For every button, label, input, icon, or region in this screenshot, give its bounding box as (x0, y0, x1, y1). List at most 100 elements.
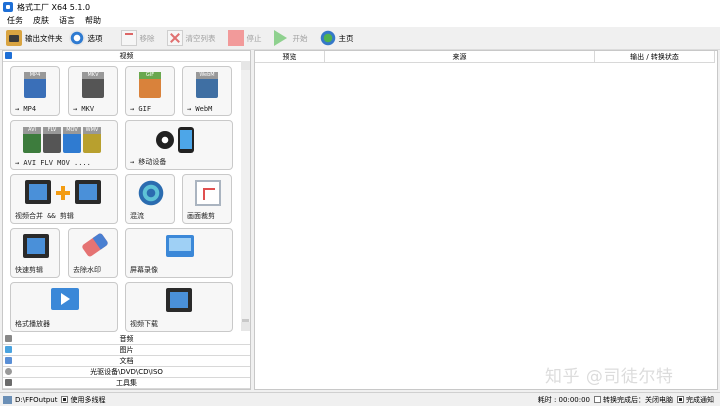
category-panel: 视频 MP4 → MP4 MKV → MKV GIF → GIF WebM → … (2, 50, 251, 390)
tile-multi-format-label: → AVI FLV MOV .... (15, 159, 91, 167)
scroll-up-icon[interactable] (241, 61, 250, 70)
mp4-format-icon: MP4 (24, 72, 46, 98)
disc-category-header[interactable]: 光驱设备\DVD\CD\ISO (3, 367, 250, 378)
tile-screen-record-label: 屏幕录像 (130, 266, 158, 274)
eraser-icon (81, 232, 109, 258)
document-icon (5, 357, 12, 364)
tile-quick-cut[interactable]: 快速剪辑 (10, 228, 60, 278)
watermark-text: 知乎 @司徒尔特 (545, 367, 674, 387)
mov-badge: MOV (63, 127, 81, 134)
column-output-status[interactable]: 输出 / 转换状态 (595, 51, 715, 63)
remove-button[interactable]: 移除 (120, 28, 155, 48)
task-list: 预览 来源 输出 / 转换状态 (254, 50, 718, 390)
start-button[interactable]: 开始 (273, 28, 308, 48)
mkv-badge: MKV (82, 72, 104, 79)
menu-skin[interactable]: 皮肤 (33, 15, 49, 26)
home-label: 主页 (338, 33, 354, 43)
toolkit-category-header[interactable]: 工具集 (3, 378, 250, 389)
tile-video-download-label: 视频下载 (130, 320, 158, 328)
mov-format-icon: MOV (63, 127, 81, 153)
toolbar: 输出文件夹 选项 移除 清空列表 停止 开始 主页 (0, 27, 720, 50)
column-preview[interactable]: 预览 (255, 51, 325, 63)
flv-format-icon: FLV (43, 127, 61, 153)
stop-label: 停止 (246, 33, 262, 43)
multithread-checkbox[interactable] (61, 396, 69, 403)
image-category-header[interactable]: 图片 (3, 345, 250, 356)
player-icon (51, 288, 79, 310)
tile-scrollbar[interactable] (241, 61, 250, 331)
notify-checkbox[interactable] (677, 396, 684, 403)
tile-mix-stream[interactable]: 混流 (125, 174, 175, 224)
disc-icon (5, 368, 12, 375)
menu-help[interactable]: 帮助 (85, 15, 101, 26)
crop-icon (195, 180, 221, 206)
avi-badge: AVI (23, 127, 41, 134)
column-source[interactable]: 来源 (325, 51, 595, 63)
tile-format-player-label: 格式播放器 (15, 320, 50, 328)
tile-mobile-device[interactable]: → 移动设备 (125, 120, 233, 170)
mix-stream-icon (138, 180, 164, 206)
toolkit-icon (5, 379, 12, 386)
start-icon (273, 30, 287, 46)
audio-category-header[interactable]: 音频 (3, 334, 250, 345)
tile-mobile-device-label: → 移动设备 (130, 158, 167, 166)
image-category-label: 图片 (119, 346, 134, 354)
tile-gif[interactable]: GIF → GIF (125, 66, 175, 116)
status-bar: D:\FFOutput 使用多线程 耗时 : 00:00:00 转换完成后：关闭… (0, 392, 720, 406)
tile-screen-record[interactable]: 屏幕录像 (125, 228, 233, 278)
gif-format-icon: GIF (139, 72, 161, 98)
clear-list-button[interactable]: 清空列表 (166, 28, 216, 48)
document-category-header[interactable]: 文档 (3, 356, 250, 367)
remove-icon (120, 30, 137, 46)
tile-mkv[interactable]: MKV → MKV (68, 66, 118, 116)
video-category-label: 视频 (119, 52, 134, 60)
video-category-header[interactable]: 视频 (3, 51, 250, 62)
tile-quick-cut-label: 快速剪辑 (15, 266, 43, 274)
tile-merge-cut[interactable]: 视频合并 && 剪辑 (10, 174, 118, 224)
wmv-badge: WMV (83, 127, 101, 134)
avi-format-icon: AVI (23, 127, 41, 153)
tile-remove-watermark[interactable]: 去除水印 (68, 228, 118, 278)
document-category-label: 文档 (119, 357, 134, 365)
video-download-icon (166, 288, 192, 312)
film-cut-icon (75, 180, 101, 204)
scroll-down-icon[interactable] (241, 322, 250, 331)
tile-webm-label: → WebM (187, 105, 213, 113)
folder-icon (6, 30, 22, 46)
wmv-format-icon: WMV (83, 127, 101, 153)
output-folder-label: 输出文件夹 (25, 33, 63, 43)
tile-crop[interactable]: 画面裁剪 (182, 174, 232, 224)
tile-mp4-label: → MP4 (15, 105, 37, 113)
menu-task[interactable]: 任务 (7, 15, 23, 26)
film-icon (25, 180, 51, 204)
home-button[interactable]: 主页 (319, 28, 354, 48)
video-tools-grid: MP4 → MP4 MKV → MKV GIF → GIF WebM → Web… (10, 66, 238, 332)
audio-icon (5, 335, 12, 342)
tile-video-download[interactable]: 视频下载 (125, 282, 233, 332)
tile-webm[interactable]: WebM → WebM (182, 66, 232, 116)
stop-button[interactable]: 停止 (227, 28, 262, 48)
multi-format-icons: AVI FLV MOV WMV (23, 127, 107, 153)
clear-list-icon (166, 30, 183, 46)
tile-mp4[interactable]: MP4 → MP4 (10, 66, 60, 116)
start-label: 开始 (292, 33, 308, 43)
multithread-label: 使用多线程 (70, 395, 106, 404)
clear-list-label: 清空列表 (185, 33, 216, 43)
menu-language[interactable]: 语言 (59, 15, 75, 26)
webm-badge: WebM (196, 72, 218, 79)
options-button[interactable]: 选项 (68, 28, 103, 48)
output-folder-button[interactable]: 输出文件夹 (6, 28, 63, 48)
notify-label: 完成通知 (686, 395, 714, 404)
shutdown-checkbox[interactable] (594, 396, 601, 403)
tile-multi-format[interactable]: AVI FLV MOV WMV → AVI FLV MOV .... (10, 120, 118, 170)
output-folder-icon (3, 395, 12, 404)
home-icon (319, 30, 336, 46)
mp4-badge: MP4 (24, 72, 46, 79)
gif-badge: GIF (139, 72, 161, 79)
collapse-icon[interactable] (5, 52, 12, 59)
remove-label: 移除 (139, 33, 155, 43)
disc-category-label: 光驱设备\DVD\CD\ISO (90, 368, 163, 376)
tile-merge-cut-label: 视频合并 && 剪辑 (15, 212, 74, 220)
mobile-device-icon (156, 127, 204, 153)
tile-format-player[interactable]: 格式播放器 (10, 282, 118, 332)
